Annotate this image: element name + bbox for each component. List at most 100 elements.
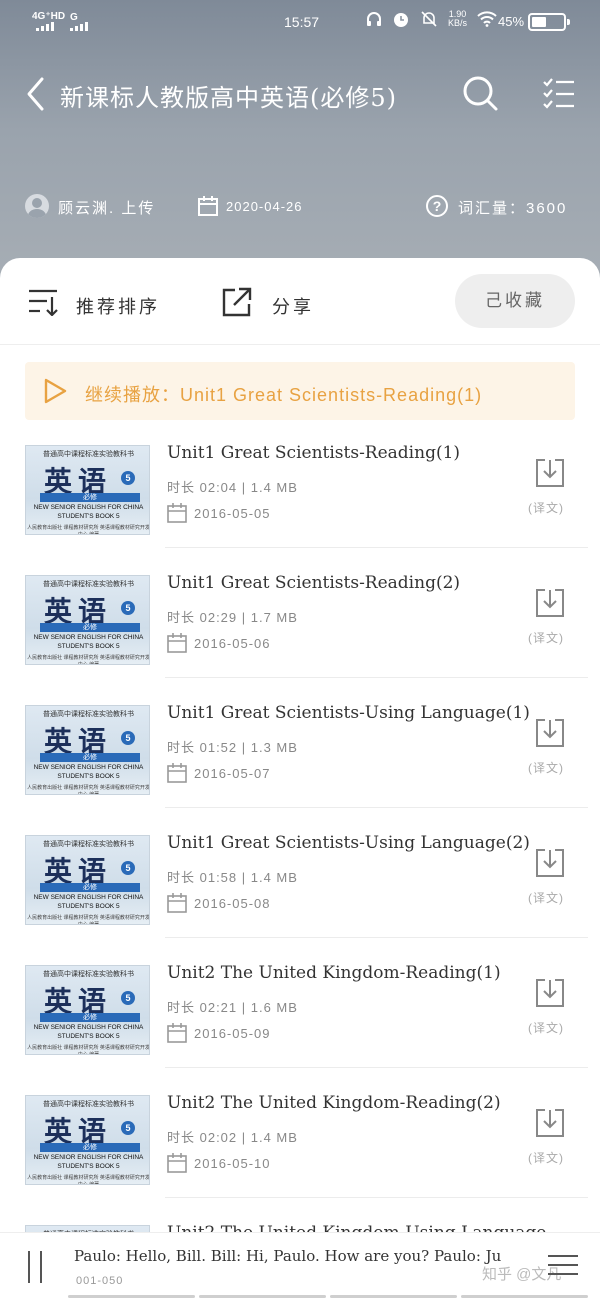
track-row[interactable]: 普通高中课程标准实验教科书 英语 5 必修 NEW SENIOR ENGLISH… — [0, 1093, 600, 1223]
track-row[interactable]: 普通高中课程标准实验教科书 英语 5 必修 NEW SENIOR ENGLISH… — [0, 833, 600, 963]
sort-button[interactable]: 推荐排序 — [76, 293, 160, 319]
cover-band: 必修 — [40, 883, 140, 892]
translation-link[interactable]: (译文) — [528, 1149, 564, 1166]
cover-band: 必修 — [40, 753, 140, 762]
cover-series: 普通高中课程标准实验教科书 — [43, 580, 134, 588]
cover-english-title: NEW SENIOR ENGLISH FOR CHINA — [33, 634, 144, 641]
translation-link[interactable]: (译文) — [528, 499, 564, 516]
track-row[interactable]: 普通高中课程标准实验教科书 英语 5 必修 NEW SENIOR ENGLISH… — [0, 573, 600, 703]
progress-segments — [68, 1295, 588, 1298]
cover-book-number: STUDENT'S BOOK 5 — [57, 773, 120, 780]
row-divider — [165, 547, 588, 548]
row-divider — [165, 1067, 588, 1068]
cover-english-title: NEW SENIOR ENGLISH FOR CHINA — [33, 894, 144, 901]
translation-link[interactable]: (译文) — [528, 1019, 564, 1036]
calendar-icon — [167, 1023, 187, 1043]
calendar-icon — [167, 1153, 187, 1173]
cover-volume-badge: 5 — [121, 1121, 135, 1135]
cover-series: 普通高中课程标准实验教科书 — [43, 450, 134, 458]
track-duration-size: 时长 02:04 | 1.4 MB — [167, 480, 298, 495]
headphones-icon — [367, 12, 381, 26]
cover-publisher: 人民教育出版社 课程教材研究所 英语课程教材研究开发中心 编著 — [27, 1045, 150, 1055]
cover-series: 普通高中课程标准实验教科书 — [43, 970, 134, 978]
cover-volume-badge: 5 — [121, 731, 135, 745]
share-button[interactable]: 分享 — [272, 293, 314, 319]
translation-link[interactable]: (译文) — [528, 889, 564, 906]
network-speed: 1.90 KB/s — [448, 10, 467, 28]
wifi-icon — [477, 11, 497, 27]
translation-link[interactable]: (译文) — [528, 629, 564, 646]
track-title: Unit2 The United Kingdom-Reading(2) — [167, 1093, 501, 1113]
book-cover-image: 普通高中课程标准实验教科书 英语 5 必修 NEW SENIOR ENGLISH… — [25, 445, 150, 535]
battery-icon — [528, 13, 570, 31]
cover-book-number: STUDENT'S BOOK 5 — [57, 1033, 120, 1040]
calendar-icon — [167, 633, 187, 653]
track-title: Unit1 Great Scientists-Reading(1) — [167, 443, 461, 463]
download-icon[interactable] — [534, 847, 566, 879]
navigation-bar: 新课标人教版高中英语(必修5) — [0, 64, 600, 124]
favorited-button[interactable]: 己收藏 — [455, 274, 575, 328]
track-row[interactable]: 普通高中课程标准实验教科书 英语 5 必修 NEW SENIOR ENGLISH… — [0, 703, 600, 833]
uploader-avatar[interactable] — [25, 194, 49, 218]
cover-volume-badge: 5 — [121, 861, 135, 875]
track-date: 2016-05-10 — [194, 1156, 271, 1171]
checklist-icon[interactable] — [542, 76, 576, 112]
cover-band: 必修 — [40, 493, 140, 502]
track-row[interactable]: 普通高中课程标准实验教科书 英语 5 必修 NEW SENIOR ENGLISH… — [0, 963, 600, 1093]
clock: 15:57 — [284, 14, 320, 30]
book-cover-image: 普通高中课程标准实验教科书 英语 5 必修 NEW SENIOR ENGLISH… — [25, 575, 150, 665]
track-duration-size: 时长 01:58 | 1.4 MB — [167, 870, 298, 885]
cover-publisher: 人民教育出版社 课程教材研究所 英语课程教材研究开发中心 编著 — [27, 525, 150, 535]
mute-icon — [421, 11, 437, 27]
download-icon[interactable] — [534, 717, 566, 749]
cover-english-title: NEW SENIOR ENGLISH FOR CHINA — [33, 504, 144, 511]
cover-publisher: 人民教育出版社 课程教材研究所 英语课程教材研究开发中心 编著 — [27, 655, 150, 665]
cover-book-number: STUDENT'S BOOK 5 — [57, 513, 120, 520]
cover-english-title: NEW SENIOR ENGLISH FOR CHINA — [33, 764, 144, 771]
pause-icon[interactable] — [25, 1251, 45, 1283]
search-icon[interactable] — [462, 74, 500, 114]
alarm-icon — [394, 13, 408, 27]
track-duration-size: 时长 02:02 | 1.4 MB — [167, 1130, 298, 1145]
sort-icon[interactable] — [28, 288, 58, 316]
download-icon[interactable] — [534, 457, 566, 489]
track-date: 2016-05-05 — [194, 506, 271, 521]
action-toolbar: 推荐排序 分享 己收藏 — [0, 272, 600, 332]
battery-percent: 45% — [498, 14, 525, 29]
row-divider — [165, 807, 588, 808]
cover-publisher: 人民教育出版社 课程教材研究所 英语课程教材研究开发中心 编著 — [27, 785, 150, 795]
calendar-icon — [167, 763, 187, 783]
track-title: Unit1 Great Scientists-Using Language(1) — [167, 703, 530, 723]
download-icon[interactable] — [534, 1107, 566, 1139]
track-date: 2016-05-09 — [194, 1026, 271, 1041]
track-duration-size: 时长 02:21 | 1.6 MB — [167, 1000, 298, 1015]
signal-icon-2 — [70, 22, 88, 31]
track-duration-size: 时长 02:29 | 1.7 MB — [167, 610, 298, 625]
cover-volume-badge: 5 — [121, 991, 135, 1005]
speed-unit: KB/s — [448, 18, 468, 28]
help-icon[interactable]: ? — [426, 195, 448, 217]
calendar-icon — [167, 503, 187, 523]
back-arrow-icon[interactable] — [22, 76, 52, 112]
upload-date: 2020-04-26 — [226, 199, 303, 214]
network-label-1: 4G⁺HD — [32, 11, 66, 22]
track-title: Unit2 The United Kingdom-Reading(1) — [167, 963, 501, 983]
continue-playing-banner[interactable]: 继续播放：Unit1 Great Scientists-Reading(1) — [25, 362, 575, 420]
share-icon[interactable] — [221, 286, 253, 318]
cover-series: 普通高中课程标准实验教科书 — [43, 1100, 134, 1108]
vocabulary-count: 词汇量：3600 — [458, 200, 568, 217]
download-icon[interactable] — [534, 977, 566, 1009]
cover-band: 必修 — [40, 1013, 140, 1022]
cover-english-title: NEW SENIOR ENGLISH FOR CHINA — [33, 1154, 144, 1161]
translation-link[interactable]: (译文) — [528, 759, 564, 776]
track-title: Unit1 Great Scientists-Using Language(2) — [167, 833, 530, 853]
row-divider — [165, 677, 588, 678]
uploader-name[interactable]: 顾云渊. 上传 — [58, 197, 155, 218]
cover-book-number: STUDENT'S BOOK 5 — [57, 903, 120, 910]
cover-publisher: 人民教育出版社 课程教材研究所 英语课程教材研究开发中心 编著 — [27, 1175, 150, 1185]
cover-book-number: STUDENT'S BOOK 5 — [57, 1163, 120, 1170]
book-cover-image: 普通高中课程标准实验教科书 英语 5 必修 NEW SENIOR ENGLISH… — [25, 835, 150, 925]
track-row[interactable]: 普通高中课程标准实验教科书 英语 5 必修 NEW SENIOR ENGLISH… — [0, 443, 600, 573]
download-icon[interactable] — [534, 587, 566, 619]
playlist-menu-icon[interactable] — [548, 1255, 578, 1275]
